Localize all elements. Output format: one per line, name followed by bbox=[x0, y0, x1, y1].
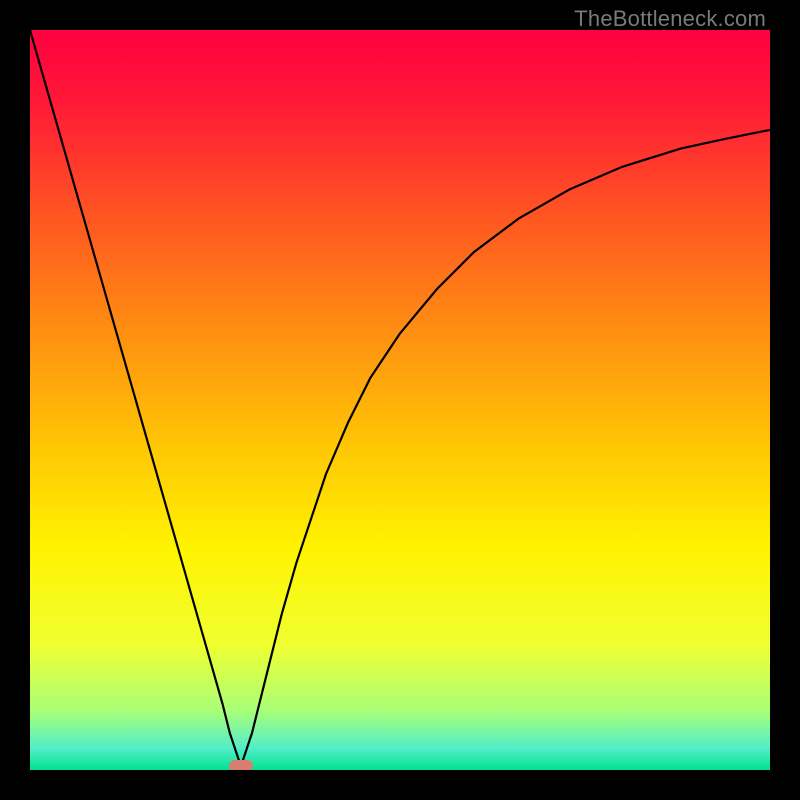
plot-area bbox=[30, 30, 770, 770]
chart-stage: TheBottleneck.com bbox=[0, 0, 800, 800]
watermark-text: TheBottleneck.com bbox=[574, 6, 766, 32]
cusp-marker bbox=[229, 760, 253, 770]
curve-layer bbox=[30, 30, 770, 770]
bottleneck-curve bbox=[30, 30, 770, 766]
